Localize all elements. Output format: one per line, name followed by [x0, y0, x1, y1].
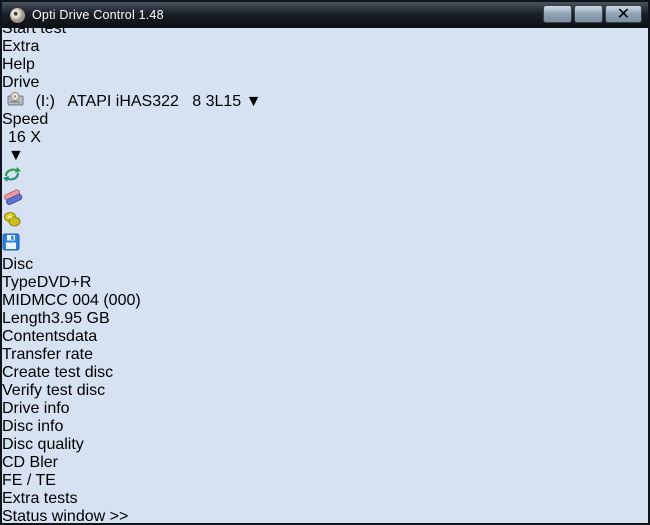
- refresh-button[interactable]: [2, 165, 648, 188]
- sidebar-item-drive-info[interactable]: Drive info: [2, 400, 648, 418]
- disc-info-row: MIDMCC 004 (000): [2, 292, 648, 310]
- sidebar-item-label: CD Bler: [2, 454, 59, 471]
- speed-select-value: 16 X: [8, 129, 41, 146]
- sidebar-item-create-test-disc[interactable]: Create test disc: [2, 364, 648, 382]
- disc-info-value: MCC 004 (000): [31, 292, 141, 309]
- app-icon: [10, 7, 25, 23]
- save-icon: [2, 233, 20, 251]
- speed-select[interactable]: 16 X ▼: [2, 129, 54, 165]
- disc-info-row: Length3.95 GB: [2, 310, 648, 328]
- disc-info-row: Contentsdata: [2, 328, 648, 346]
- disc-info-panel: Disc TypeDVD+R MIDMCC 004 (000) Length3.95…: [2, 256, 648, 346]
- disc-panel-title: Disc: [2, 256, 34, 273]
- eraser-icon: [3, 189, 23, 206]
- sidebar-item-disc-info[interactable]: Disc info: [2, 418, 648, 436]
- drive-icon: [7, 92, 24, 106]
- sidebar-item-verify-test-disc[interactable]: Verify test disc: [2, 382, 648, 400]
- maximize-button[interactable]: [574, 5, 603, 23]
- eject-button[interactable]: [2, 211, 648, 233]
- sidebar-item-label: Verify test disc: [2, 382, 106, 399]
- title-bar: Opti Drive Control 1.48 ✕: [2, 2, 648, 28]
- menu-item-extra[interactable]: Extra: [2, 38, 648, 56]
- drive-select[interactable]: (I:) ATAPI iHAS322 8 3L15 ▼: [2, 92, 274, 111]
- sidebar-item-label: Create test disc: [2, 364, 114, 381]
- save-button[interactable]: [2, 233, 648, 256]
- sidebar-item-label: Drive info: [2, 400, 70, 417]
- minimize-button[interactable]: [543, 5, 572, 23]
- close-button[interactable]: ✕: [605, 5, 642, 23]
- disc-info-label: Length: [2, 310, 51, 327]
- chevron-down-icon: ▼: [245, 93, 262, 110]
- sidebar: Disc TypeDVD+R MIDMCC 004 (000) Length3.95…: [2, 256, 648, 523]
- disc-info-label: MID: [2, 292, 32, 309]
- disc-info-value: data: [66, 328, 98, 345]
- sidebar-item-label: Extra tests: [2, 490, 78, 507]
- sidebar-item-cd-bler[interactable]: CD Bler: [2, 454, 648, 472]
- chevron-down-icon: ▼: [8, 147, 24, 164]
- disc-info-row: TypeDVD+R: [2, 274, 648, 292]
- refresh-icon: [3, 167, 21, 182]
- app-window: Opti Drive Control 1.48 ✕ FileStart test…: [0, 0, 650, 525]
- sidebar-item-extra-tests[interactable]: Extra tests: [2, 490, 648, 508]
- disc-info-value: DVD+R: [36, 274, 92, 291]
- sidebar-item-fe-te[interactable]: FE / TE: [2, 472, 648, 490]
- disc-info-label: Type: [2, 274, 37, 291]
- drive-label: Drive: [2, 74, 40, 91]
- sidebar-item-label: Disc quality: [2, 436, 84, 453]
- speed-label: Speed: [2, 111, 49, 128]
- sidebar-item-label: Transfer rate: [2, 346, 93, 363]
- disc-info-value: 3.95 GB: [50, 310, 110, 327]
- window-title: Opti Drive Control 1.48: [32, 8, 164, 22]
- drive-select-value: (I:) ATAPI iHAS322 8 3L15: [35, 93, 242, 110]
- close-icon: ✕: [616, 6, 631, 23]
- toolbar: Drive (I:) ATAPI iHAS322 8 3L15 ▼ Speed …: [2, 74, 648, 256]
- sidebar-item-label: FE / TE: [2, 472, 56, 489]
- eject-icon: [4, 212, 21, 227]
- sidebar-item-disc-quality[interactable]: Disc quality: [2, 436, 648, 454]
- sidebar-item-label: Disc info: [2, 418, 64, 435]
- status-window-button[interactable]: Status window >>: [2, 508, 648, 523]
- sidebar-item-transfer-rate[interactable]: Transfer rate: [2, 346, 648, 364]
- erase-disc-button[interactable]: [2, 188, 648, 211]
- disc-info-label: Contents: [2, 328, 67, 345]
- menu-item-help[interactable]: Help: [2, 56, 648, 74]
